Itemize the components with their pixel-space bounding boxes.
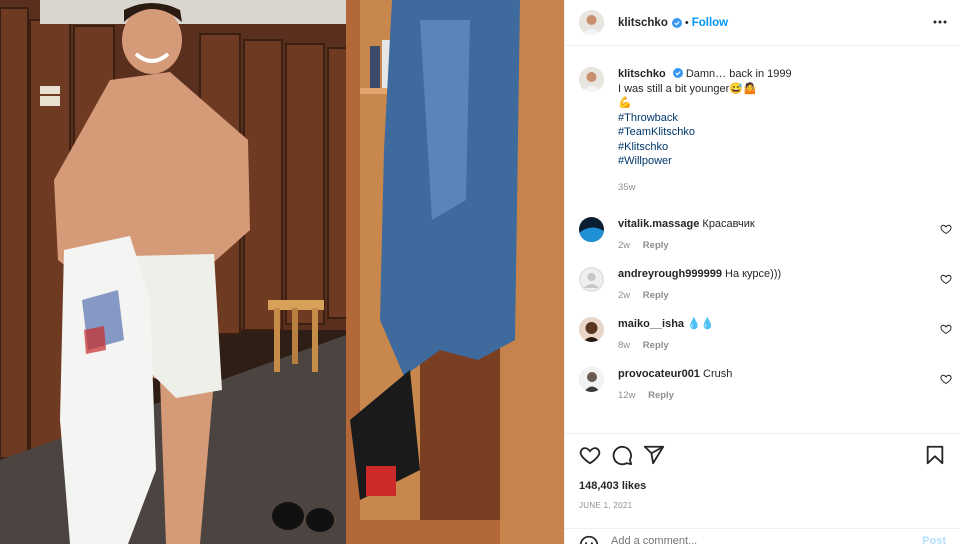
comment-meta: 12w Reply <box>618 389 946 403</box>
comment-age: 12w <box>618 390 636 401</box>
caption-age: 35w <box>618 181 636 193</box>
caption-avatar[interactable] <box>579 67 604 92</box>
post-comment-button[interactable]: Post <box>922 535 946 544</box>
post-photo[interactable] <box>0 0 564 544</box>
post-header: klitschko • Follow <box>565 0 960 46</box>
comment-text: На курсе))) <box>725 268 782 280</box>
comment-bubble-icon[interactable] <box>611 444 633 466</box>
post-date: JUNE 1, 2021 <box>579 501 633 510</box>
action-icons-row <box>579 444 946 468</box>
comment-body: provocateur001 Crush 12w Reply <box>618 367 946 403</box>
add-comment-input[interactable] <box>611 535 923 544</box>
reply-button[interactable]: Reply <box>643 240 669 251</box>
verified-badge-icon <box>672 68 683 78</box>
comment-username[interactable]: provocateur001 <box>618 368 700 380</box>
caption-body: klitschko Damn… back in 1999 I was still… <box>618 67 792 195</box>
hashtag-klitschko[interactable]: #Klitschko <box>618 140 792 155</box>
author-avatar[interactable] <box>579 10 604 35</box>
hashtag-teamklitschko[interactable]: #TeamKlitschko <box>618 125 792 140</box>
follow-button[interactable]: Follow <box>692 17 728 29</box>
heart-icon[interactable] <box>940 323 952 335</box>
comment-item: provocateur001 Crush 12w Reply <box>579 367 952 403</box>
add-comment-bar: Post <box>565 528 960 544</box>
comment-body: maiko__isha 💧💧 8w Reply <box>618 317 946 353</box>
comment-item: maiko__isha 💧💧 8w Reply <box>579 317 952 353</box>
more-options-icon[interactable] <box>930 12 950 32</box>
post-actions: 148,403 likes JUNE 1, 2021 <box>565 433 960 510</box>
post-modal: klitschko • Follow klitschko Damn… back … <box>0 0 960 544</box>
comment-meta: 2w Reply <box>618 289 946 303</box>
comment-username[interactable]: vitalik.massage <box>618 218 699 230</box>
comment-body: andreyrough999999 На курсе))) 2w Reply <box>618 267 946 303</box>
comment-body: vitalik.massage Красавчик 2w Reply <box>618 217 946 253</box>
post-side-panel: klitschko • Follow klitschko Damn… back … <box>564 0 960 544</box>
comment-item: andreyrough999999 На курсе))) 2w Reply <box>579 267 952 303</box>
comment-text: Crush <box>703 368 733 380</box>
comment-meta: 2w Reply <box>618 239 946 253</box>
likes-count[interactable]: 148,403 likes <box>579 480 946 492</box>
comment-username[interactable]: andreyrough999999 <box>618 268 722 280</box>
author-username[interactable]: klitschko <box>618 17 668 29</box>
heart-icon[interactable] <box>579 444 601 466</box>
separator-dot: • <box>684 16 689 29</box>
bookmark-icon[interactable] <box>924 444 946 466</box>
heart-icon[interactable] <box>940 223 952 235</box>
comment-meta: 8w Reply <box>618 339 946 353</box>
comment-username[interactable]: maiko__isha <box>618 318 684 330</box>
verified-badge-icon <box>671 17 682 28</box>
comment-age: 2w <box>618 290 631 301</box>
reply-button[interactable]: Reply <box>643 290 669 301</box>
commenter-avatar[interactable] <box>579 217 604 242</box>
flex-emoji: 💪 <box>618 97 632 109</box>
comment-age: 8w <box>618 340 631 351</box>
reply-button[interactable]: Reply <box>648 390 674 401</box>
hashtag-throwback[interactable]: #Throwback <box>618 111 792 126</box>
commenter-avatar[interactable] <box>579 267 604 292</box>
comments-list[interactable]: klitschko Damn… back in 1999 I was still… <box>565 47 960 433</box>
hashtag-willpower[interactable]: #Willpower <box>618 154 792 169</box>
heart-icon[interactable] <box>940 373 952 385</box>
smiley-icon[interactable] <box>579 535 599 544</box>
reply-button[interactable]: Reply <box>643 340 669 351</box>
comment-text: 💧💧 <box>687 318 715 330</box>
commenter-avatar[interactable] <box>579 317 604 342</box>
avatar-image <box>579 10 604 35</box>
locker-room-photo <box>0 0 564 544</box>
paper-plane-icon[interactable] <box>643 444 665 466</box>
comment-text: Красавчик <box>702 218 755 230</box>
commenter-avatar[interactable] <box>579 367 604 392</box>
caption-username[interactable]: klitschko <box>618 68 666 80</box>
comment-item: vitalik.massage Красавчик 2w Reply <box>579 217 952 253</box>
comment-age: 2w <box>618 240 631 251</box>
heart-icon[interactable] <box>940 273 952 285</box>
post-caption: klitschko Damn… back in 1999 I was still… <box>579 67 946 195</box>
